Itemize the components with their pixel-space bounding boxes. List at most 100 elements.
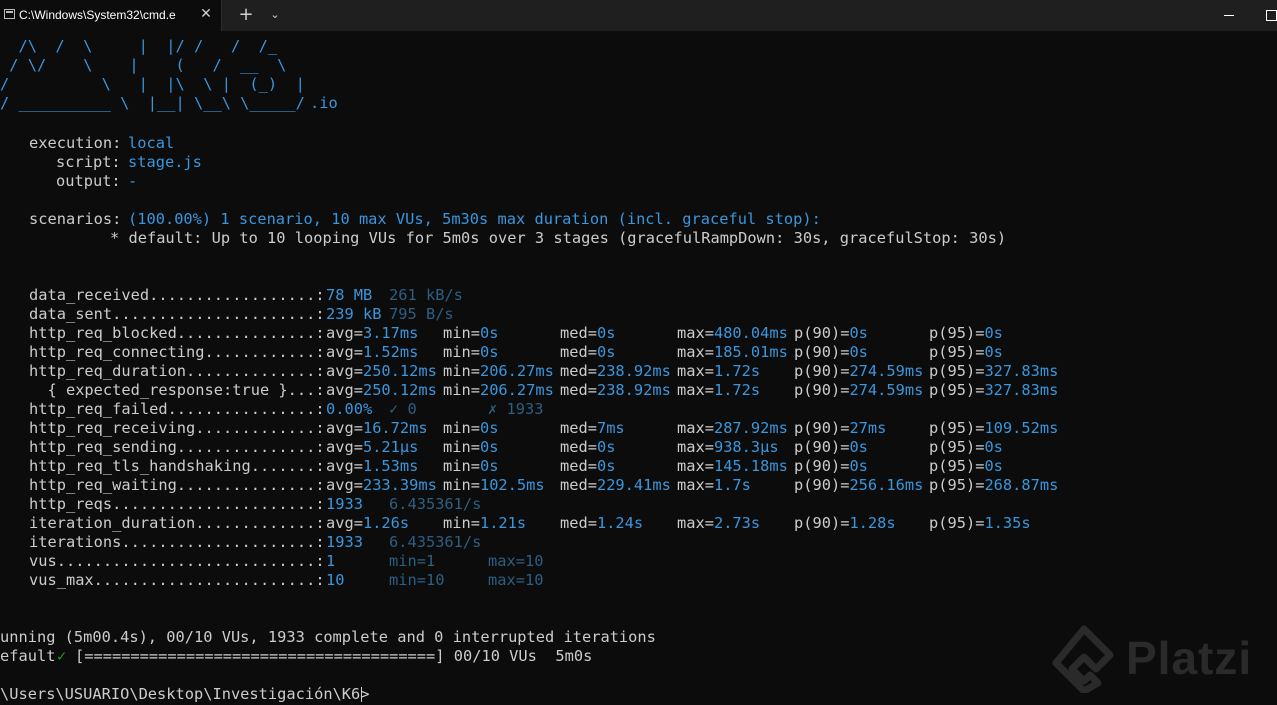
metric-med-value: 0s <box>596 324 616 342</box>
metric-name: iteration_duration.............: <box>29 514 325 532</box>
metric-tertiary: max=10 <box>488 571 544 589</box>
metric-avg: avg=5.21µs <box>326 438 419 456</box>
metric-med: med=0s <box>560 343 616 361</box>
metric-med: med=0s <box>560 438 616 456</box>
metric-name: http_req_duration..............: <box>29 362 325 380</box>
metric-p90-value: 274.59ms <box>849 362 924 380</box>
metric-name: http_req_receiving.............: <box>29 419 325 437</box>
metric-value: 10 <box>326 571 345 589</box>
metric-min-value: 0s <box>479 457 499 475</box>
new-tab-button[interactable]: + <box>235 4 257 26</box>
maximize-button[interactable] <box>1262 6 1277 24</box>
metric-med-value: 238.92ms <box>596 362 671 380</box>
metric-p95: p(95)=327.83ms <box>929 381 1059 399</box>
metric-max: max=938.3µs <box>677 438 779 456</box>
metric-max: max=2.73s <box>677 514 761 532</box>
metric-min-value: 0s <box>479 343 499 361</box>
metric-name: http_req_connecting............: <box>29 343 325 361</box>
metric-max: max=1.72s <box>677 381 761 399</box>
close-tab-icon[interactable]: ✕ <box>196 4 216 24</box>
metric-p90: p(90)=0s <box>794 457 868 475</box>
metric-min-value: 206.27ms <box>479 362 554 380</box>
metric-med-value: 229.41ms <box>596 476 671 494</box>
metric-p90-value: 0s <box>849 438 868 456</box>
metric-secondary: 6.435361/s <box>389 533 482 551</box>
metric-med: med=0s <box>560 324 616 342</box>
metric-med: med=0s <box>560 457 616 475</box>
metric-p95: p(95)=109.52ms <box>929 419 1059 437</box>
platzi-logo-icon <box>1052 625 1114 693</box>
metric-min-value: 0s <box>479 419 499 437</box>
metric-avg-value: 250.12ms <box>362 381 437 399</box>
metric-min: min=0s <box>443 438 499 456</box>
metric-secondary: min=1 <box>389 552 436 570</box>
metric-min: min=1.21s <box>443 514 527 532</box>
metric-avg-value: 16.72ms <box>362 419 428 437</box>
script-line: script: stage.js <box>0 153 202 172</box>
metric-p95: p(95)=0s <box>929 324 1003 342</box>
metric-p90-value: 0s <box>849 457 868 475</box>
command-prompt[interactable]: \Users\USUARIO\Desktop\Investigación\K6> <box>0 685 370 704</box>
metric-p90: p(90)=274.59ms <box>794 381 924 399</box>
metric-secondary: 795 B/s <box>389 305 454 323</box>
metric-value: 1933 <box>326 495 363 513</box>
metric-max-value: 480.04ms <box>713 324 788 342</box>
metric-min: min=206.27ms <box>443 381 554 399</box>
running-status-line: unning (5m00.4s), 00/10 VUs, 1933 comple… <box>0 628 656 647</box>
title-bar: C:\Windows\System32\cmd.e ✕ + ⌄ <box>0 0 1277 31</box>
execution-label: execution: <box>29 134 122 152</box>
minimize-button[interactable] <box>1220 6 1238 24</box>
metric-p90: p(90)=0s <box>794 438 868 456</box>
scenarios-line: scenarios: (100.00%) 1 scenario, 10 max … <box>0 210 821 229</box>
metric-p90: p(90)=256.16ms <box>794 476 924 494</box>
scenarios-summary: (100.00%) 1 scenario, 10 max VUs, 5m30s … <box>128 210 821 228</box>
metric-p95: p(95)=0s <box>929 343 1003 361</box>
logo-line: /\ / \ | |/ / / /_ <box>0 37 278 55</box>
metric-min-value: 0s <box>479 324 499 342</box>
metric-max-value: 2.73s <box>713 514 761 532</box>
metric-min-value: 102.5ms <box>479 476 545 494</box>
execution-line: execution: local <box>0 134 174 153</box>
metric-value: 78 MB <box>326 286 373 304</box>
metric-avg-value: 5.21µs <box>362 438 419 456</box>
metric-p95: p(95)=268.87ms <box>929 476 1059 494</box>
scenarios-label: scenarios: <box>29 210 122 228</box>
metric-min: min=102.5ms <box>443 476 545 494</box>
metric-avg-value: 3.17ms <box>362 324 419 342</box>
metric-name: http_req_blocked...............: <box>29 324 325 342</box>
metric-min-value: 1.21s <box>479 514 527 532</box>
metric-min-value: 206.27ms <box>479 381 554 399</box>
metric-max-value: 287.92ms <box>713 419 788 437</box>
metric-min: min=206.27ms <box>443 362 554 380</box>
metric-min-value: 0s <box>479 438 499 456</box>
metric-value: 239 kB <box>326 305 382 323</box>
metric-avg: avg=250.12ms <box>326 381 437 399</box>
metric-p95-value: 327.83ms <box>984 381 1059 399</box>
metric-avg: avg=250.12ms <box>326 362 437 380</box>
metric-name: iterations.....................: <box>29 533 325 551</box>
terminal-output[interactable]: /\ / \ | |/ / / /_ / \/ \ | ( / __ \ / \… <box>0 31 1277 705</box>
script-value: stage.js <box>128 153 202 171</box>
metric-name: http_req_waiting...............: <box>29 476 325 494</box>
metric-med-value: 0s <box>596 457 616 475</box>
metric-med: med=1.24s <box>560 514 644 532</box>
metric-max: max=1.72s <box>677 362 761 380</box>
metric-med-value: 238.92ms <box>596 381 671 399</box>
metric-name: http_req_sending...............: <box>29 438 325 456</box>
metric-p90-value: 0s <box>849 343 868 361</box>
metric-p90-value: 274.59ms <box>849 381 924 399</box>
logo-line: / __________ \ |__| \__\ \_____/ .io <box>0 94 338 113</box>
output-line: output: - <box>0 172 137 191</box>
metric-secondary: min=10 <box>389 571 445 589</box>
tab-cmd[interactable]: C:\Windows\System32\cmd.e ✕ <box>0 0 222 31</box>
chevron-down-icon[interactable]: ⌄ <box>265 5 285 25</box>
metric-p95-value: 0s <box>984 457 1003 475</box>
metric-name: vus............................: <box>29 552 325 570</box>
default-label: efault <box>0 647 56 665</box>
metric-avg-value: 250.12ms <box>362 362 437 380</box>
metric-avg: avg=1.52ms <box>326 343 419 361</box>
metric-max: max=185.01ms <box>677 343 788 361</box>
metric-avg: avg=3.17ms <box>326 324 419 342</box>
metric-p90: p(90)=274.59ms <box>794 362 924 380</box>
terminal-icon <box>4 9 15 19</box>
